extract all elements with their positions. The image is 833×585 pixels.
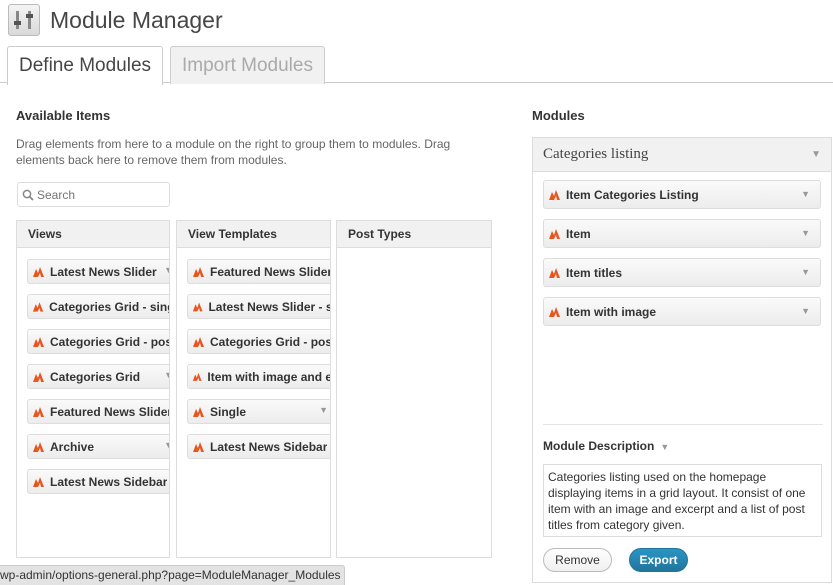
search-input[interactable] [34, 187, 159, 202]
module-items: Item Categories Listing ▼ Item ▼ Item ti… [543, 176, 823, 422]
chevron-down-icon[interactable]: ▼ [164, 440, 169, 450]
toolset-icon [33, 407, 44, 417]
chevron-down-icon[interactable]: ▼ [801, 306, 810, 316]
modules-title: Modules [532, 108, 585, 123]
toolset-icon [33, 442, 44, 452]
tab-bar: Define Modules Import Modules [0, 44, 833, 85]
module-description-label[interactable]: Module Description ▼ [543, 439, 669, 453]
module-header[interactable]: Categories listing ▼ [533, 138, 831, 172]
chevron-down-icon[interactable]: ▼ [164, 265, 169, 275]
toolset-icon [193, 267, 204, 277]
module-item[interactable]: Item with image ▼ [543, 297, 821, 326]
status-bar-url: wp-admin/options-general.php?page=Module… [0, 565, 345, 585]
chevron-down-icon[interactable]: ▼ [801, 189, 810, 199]
toolset-icon [193, 442, 204, 452]
list-item[interactable]: Latest News Slider ▼ [27, 259, 169, 284]
views-column-header: Views [17, 221, 169, 248]
toolset-icon [33, 337, 44, 347]
list-item[interactable]: Archive ▼ [27, 434, 169, 459]
export-button[interactable]: Export [629, 548, 688, 572]
chevron-down-icon[interactable]: ▼ [319, 405, 328, 415]
toolset-icon [549, 190, 560, 200]
list-item[interactable]: Featured News Slider [187, 259, 330, 284]
chevron-down-icon[interactable]: ▼ [660, 442, 669, 452]
list-item[interactable]: Featured News Slider [27, 399, 169, 424]
module-item[interactable]: Item titles ▼ [543, 258, 821, 287]
available-items-title: Available Items [16, 108, 111, 123]
toolset-icon [549, 307, 560, 317]
list-item[interactable]: Latest News Slider - slide [187, 294, 330, 319]
toolset-icon [549, 229, 560, 239]
module-manager-icon [8, 4, 40, 36]
module-item[interactable]: Item ▼ [543, 219, 821, 248]
module-panel: Categories listing ▼ Item Categories Lis… [532, 137, 832, 583]
chevron-down-icon[interactable]: ▼ [164, 370, 169, 380]
views-column: Views Latest News Slider ▼ Categories Gr… [16, 220, 170, 558]
chevron-down-icon[interactable]: ▼ [801, 228, 810, 238]
divider [543, 424, 823, 425]
view-templates-column: View Templates Featured News Slider Late… [176, 220, 331, 558]
list-item[interactable]: Latest News Sidebar [27, 469, 169, 494]
list-item[interactable]: Latest News Sidebar [187, 434, 330, 459]
page-header: Module Manager [8, 4, 223, 36]
toolset-icon [192, 372, 202, 381]
page-title: Module Manager [50, 6, 223, 33]
toolset-icon [193, 337, 204, 347]
tab-define-modules[interactable]: Define Modules [7, 46, 164, 85]
post-types-column-header: Post Types [337, 221, 491, 248]
view-templates-column-header: View Templates [177, 221, 330, 248]
list-item[interactable]: Categories Grid - post [187, 329, 330, 354]
list-item[interactable]: Categories Grid ▼ [27, 364, 169, 389]
tab-import-modules[interactable]: Import Modules [170, 46, 325, 84]
module-item[interactable]: Item Categories Listing ▼ [543, 180, 821, 209]
toolset-icon [32, 302, 44, 312]
list-item[interactable]: Single ▼ [187, 399, 330, 424]
chevron-down-icon[interactable]: ▼ [811, 149, 821, 160]
chevron-down-icon[interactable]: ▼ [801, 267, 810, 277]
search-field[interactable] [17, 182, 170, 207]
search-icon [22, 189, 34, 201]
toolset-icon [33, 477, 44, 487]
post-types-column: Post Types [336, 220, 492, 558]
toolset-icon [549, 268, 560, 278]
list-item[interactable]: Categories Grid - post [27, 329, 169, 354]
module-description-input[interactable]: Categories listing used on the homepage … [543, 464, 822, 537]
toolset-icon [33, 372, 44, 382]
list-item[interactable]: Item with image and excerpt [187, 364, 330, 389]
help-text: Drag elements from here to a module on t… [16, 137, 451, 167]
list-item[interactable]: Categories Grid - single [27, 294, 169, 319]
toolset-icon [33, 267, 44, 277]
module-name: Categories listing [543, 146, 649, 162]
remove-button[interactable]: Remove [543, 548, 612, 572]
toolset-icon [193, 407, 204, 417]
toolset-icon [192, 302, 203, 312]
